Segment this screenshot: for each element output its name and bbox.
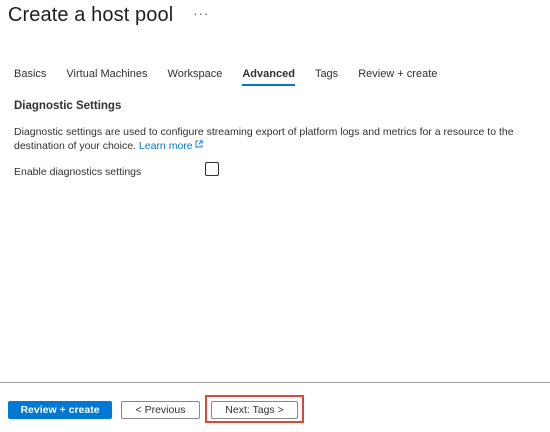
title-row: Create a host pool ··· bbox=[8, 2, 209, 28]
diagnostic-settings-description: Diagnostic settings are used to configur… bbox=[14, 125, 546, 153]
learn-more-label: Learn more bbox=[138, 140, 193, 152]
create-host-pool-page: Create a host pool ··· Basics Virtual Ma… bbox=[0, 0, 550, 432]
tab-virtual-machines[interactable]: Virtual Machines bbox=[66, 68, 147, 86]
wizard-tabs: Basics Virtual Machines Workspace Advanc… bbox=[14, 68, 457, 86]
tab-advanced[interactable]: Advanced bbox=[242, 68, 295, 86]
footer-bar: Review + create < Previous Next: Tags > bbox=[0, 382, 550, 432]
review-create-button[interactable]: Review + create bbox=[8, 401, 112, 419]
previous-button[interactable]: < Previous bbox=[121, 401, 200, 419]
tab-basics[interactable]: Basics bbox=[14, 68, 46, 86]
more-options-icon[interactable]: ··· bbox=[193, 6, 209, 21]
next-tags-button[interactable]: Next: Tags > bbox=[211, 401, 298, 419]
external-link-icon bbox=[195, 138, 203, 152]
diagnostic-settings-heading: Diagnostic Settings bbox=[14, 100, 122, 112]
tab-tags[interactable]: Tags bbox=[315, 68, 338, 86]
page-title: Create a host pool bbox=[8, 3, 174, 26]
learn-more-link[interactable]: Learn more bbox=[139, 140, 203, 152]
tab-review-create[interactable]: Review + create bbox=[358, 68, 437, 86]
enable-diagnostics-label: Enable diagnostics settings bbox=[14, 166, 142, 178]
tab-workspace[interactable]: Workspace bbox=[168, 68, 223, 86]
enable-diagnostics-checkbox[interactable] bbox=[205, 162, 219, 176]
description-text: Diagnostic settings are used to configur… bbox=[14, 126, 514, 152]
